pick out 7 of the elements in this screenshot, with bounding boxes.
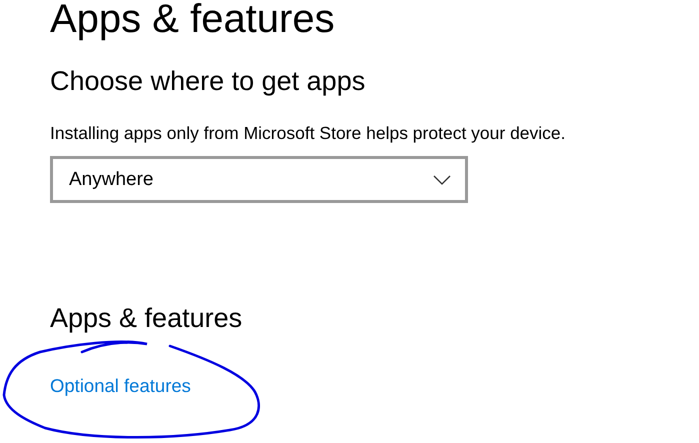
section-heading: Choose where to get apps	[50, 65, 366, 98]
section-heading: Apps & features	[50, 302, 244, 335]
chevron-down-icon	[433, 174, 451, 184]
page-title: Apps & features	[50, 0, 336, 43]
source-dropdown[interactable]: Anywhere	[50, 156, 468, 203]
description-text: Installing apps only from Microsoft Store helps protect your device.	[50, 122, 567, 145]
settings-link[interactable]: Optional features	[50, 375, 191, 397]
